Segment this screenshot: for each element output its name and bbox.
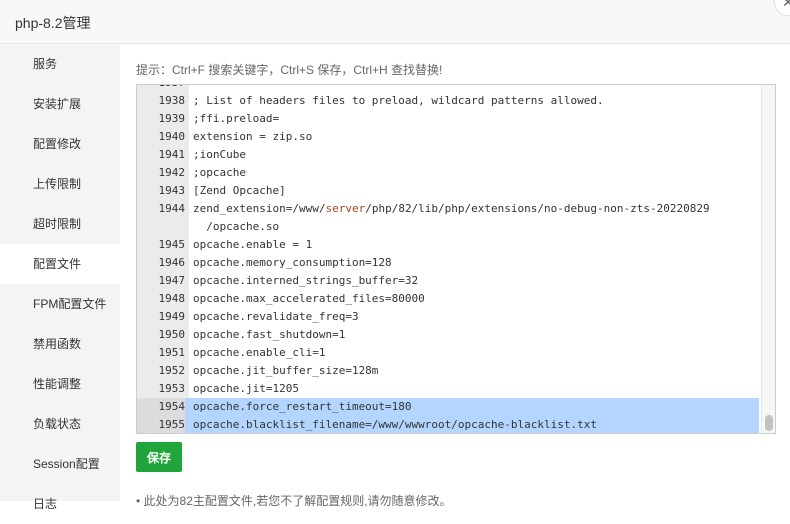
scroll-thumb[interactable] xyxy=(765,415,773,431)
code-line[interactable]: 1945 opcache.enable = 1 xyxy=(137,236,759,254)
sidebar: 服务 安装扩展 配置修改 上传限制 超时限制 配置文件 FPM配置文件 禁用函数 性能调整 负载状… xyxy=(0,44,120,511)
shortcut-tips: 提示：Ctrl+F 搜索关键字，Ctrl+S 保存，Ctrl+H 查找替换! xyxy=(136,63,443,77)
line-text: opcache.jit=1205 xyxy=(193,382,299,395)
line-number: 1940 xyxy=(158,130,186,143)
line-text: opcache.fast_shutdown=1 xyxy=(193,328,346,341)
save-button[interactable]: 保存 xyxy=(136,442,182,472)
code-line[interactable]: 1950 opcache.fast_shutdown=1 xyxy=(137,326,759,344)
dialog-titlebar: php-8.2管理 xyxy=(0,0,790,44)
sidebar-item[interactable]: FPM配置文件 xyxy=(0,284,120,324)
line-number: 1951 xyxy=(158,346,186,359)
dialog-title: php-8.2管理 xyxy=(15,15,91,31)
line-text: zend_extension=/www/server/php/82/lib/ph… xyxy=(193,200,710,218)
line-number: 1941 xyxy=(158,148,186,161)
line-number: 1955 xyxy=(137,416,185,433)
line-text: opcache.jit_buffer_size=128m xyxy=(193,364,379,377)
line-number: 1952 xyxy=(158,364,186,377)
line-text: ;ffi.preload= xyxy=(193,112,280,125)
line-text: /opcache.so xyxy=(193,220,280,233)
sidebar-item[interactable]: 配置文件 xyxy=(0,244,120,284)
code-line[interactable]: 1955 opcache.blacklist_filename=/www/wwwr… xyxy=(137,416,759,433)
line-text: ; List of headers files to preload, wild… xyxy=(193,94,604,107)
sidebar-item[interactable]: 服务 xyxy=(0,44,120,84)
line-number: 1942 xyxy=(158,166,186,179)
code-line[interactable]: 1940 extension = zip.so xyxy=(137,128,759,146)
sidebar-item[interactable]: 配置修改 xyxy=(0,124,120,164)
code-line[interactable]: 1949 opcache.revalidate_freq=3 xyxy=(137,308,759,326)
line-number: 1945 xyxy=(158,238,186,251)
sidebar-item[interactable]: Session配置 xyxy=(0,444,120,484)
line-text: opcache.enable = 1 xyxy=(193,238,313,251)
main-panel: 提示：Ctrl+F 搜索关键字，Ctrl+S 保存，Ctrl+H 查找替换! 1… xyxy=(120,44,790,508)
line-number: 1954 xyxy=(137,398,185,416)
line-number: 1944 xyxy=(158,202,186,215)
sidebar-item[interactable]: 性能调整 xyxy=(0,364,120,404)
sidebar-item[interactable]: 负载状态 xyxy=(0,404,120,444)
sidebar-item[interactable]: 超时限制 xyxy=(0,204,120,244)
code-editor[interactable]: 1937 1938 ; List of headers files to prelo… xyxy=(136,84,776,434)
line-text: opcache.revalidate_freq=3 xyxy=(193,310,359,323)
code-token: zend_extension=/www/ xyxy=(193,202,326,215)
sidebar-item[interactable]: 上传限制 xyxy=(0,164,120,204)
line-number: 1946 xyxy=(158,256,186,269)
code-line[interactable]: 1938 ; List of headers files to preload, … xyxy=(137,92,759,110)
code-line[interactable]: 1948 opcache.max_accelerated_files=80000 xyxy=(137,290,759,308)
line-number: 1938 xyxy=(158,94,186,107)
code-line[interactable]: 1939 ;ffi.preload= xyxy=(137,110,759,128)
code-line[interactable]: 1951 opcache.enable_cli=1 xyxy=(137,344,759,362)
code-line[interactable]: 1954 opcache.force_restart_timeout=180 xyxy=(137,398,759,416)
sidebar-item[interactable]: 安装扩展 xyxy=(0,84,120,124)
line-text: opcache.enable_cli=1 xyxy=(193,346,326,359)
line-text: ;ionCube xyxy=(193,148,246,161)
code-line[interactable]: 1947 opcache.interned_strings_buffer=32 xyxy=(137,272,759,290)
code-line[interactable]: 1942 ;opcache xyxy=(137,164,759,182)
code-line[interactable]: 1943 [Zend Opcache] xyxy=(137,182,759,200)
editor-lines[interactable]: 1937 1938 ; List of headers files to prelo… xyxy=(137,85,759,433)
line-number: 1943 xyxy=(158,184,186,197)
line-text: opcache.blacklist_filename=/www/wwwroot/… xyxy=(193,418,597,431)
line-text: extension = zip.so xyxy=(193,130,313,143)
line-text: [Zend Opcache] xyxy=(193,184,286,197)
line-number: 1937 xyxy=(137,85,186,92)
editor-scrollbar[interactable] xyxy=(761,85,775,433)
line-number: 1947 xyxy=(158,274,186,287)
line-text: opcache.max_accelerated_files=80000 xyxy=(193,292,425,305)
code-line[interactable]: 1937 xyxy=(137,85,759,92)
code-token: server xyxy=(325,202,366,215)
line-text: opcache.force_restart_timeout=180 xyxy=(193,400,412,413)
code-line[interactable]: 1953 opcache.jit=1205 xyxy=(137,380,759,398)
sidebar-item[interactable]: 日志 xyxy=(0,484,120,524)
code-line[interactable]: 1944 zend_extension=/www/server/php/82/li… xyxy=(137,200,759,218)
line-text: ;opcache xyxy=(193,166,246,179)
line-number: 1949 xyxy=(158,310,186,323)
code-token: /php/82/lib/php/extensions/no-debug-non-… xyxy=(365,202,710,215)
code-line[interactable]: 1952 opcache.jit_buffer_size=128m xyxy=(137,362,759,380)
line-number: 1939 xyxy=(158,112,186,125)
code-line[interactable]: 1946 opcache.memory_consumption=128 xyxy=(137,254,759,272)
code-line[interactable]: /opcache.so xyxy=(137,218,759,236)
line-text: opcache.interned_strings_buffer=32 xyxy=(193,274,419,287)
line-number: 1953 xyxy=(158,382,186,395)
line-number: 1950 xyxy=(158,328,186,341)
code-line[interactable]: 1941 ;ionCube xyxy=(137,146,759,164)
line-text: opcache.memory_consumption=128 xyxy=(193,256,392,269)
line-number: 1948 xyxy=(158,292,186,305)
sidebar-item[interactable]: 禁用函数 xyxy=(0,324,120,364)
